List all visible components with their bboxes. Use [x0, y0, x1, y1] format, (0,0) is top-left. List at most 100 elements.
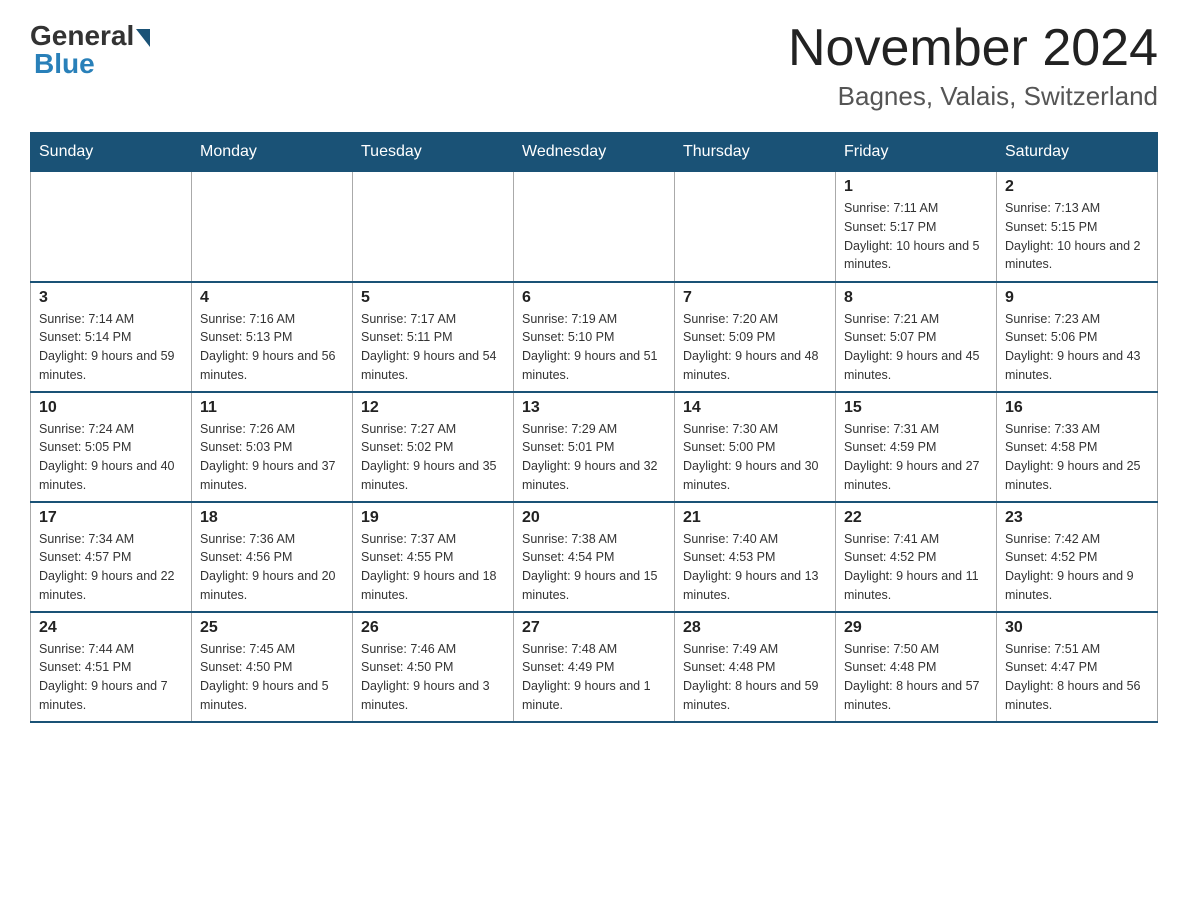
week-row-4: 17 Sunrise: 7:34 AM Sunset: 4:57 PM Dayli…: [31, 502, 1158, 612]
week-row-2: 3Sunrise: 7:14 AM Sunset: 5:14 PM Daylig…: [31, 282, 1158, 392]
month-title: November 2024: [788, 20, 1158, 77]
calendar-cell: 3Sunrise: 7:14 AM Sunset: 5:14 PM Daylig…: [31, 282, 192, 392]
calendar-cell: [192, 172, 353, 282]
calendar-cell: 4 Sunrise: 7:16 AM Sunset: 5:13 PM Daylig…: [192, 282, 353, 392]
day-number: 17: [39, 509, 183, 527]
calendar-cell: 30 Sunrise: 7:51 AM Sunset: 4:47 PM Dayli…: [997, 612, 1158, 722]
calendar-header-saturday: Saturday: [997, 133, 1158, 172]
day-info: Sunrise: 7:38 AM Sunset: 4:54 PM Dayligh…: [522, 530, 666, 605]
day-number: 1: [844, 178, 988, 196]
calendar-cell: 19 Sunrise: 7:37 AM Sunset: 4:55 PM Dayli…: [353, 502, 514, 612]
day-info: Sunrise: 7:19 AM Sunset: 5:10 PM Dayligh…: [522, 310, 666, 385]
day-number: 21: [683, 509, 827, 527]
calendar-header-sunday: Sunday: [31, 133, 192, 172]
calendar-cell: 16Sunrise: 7:33 AM Sunset: 4:58 PM Dayli…: [997, 392, 1158, 502]
calendar-cell: 17 Sunrise: 7:34 AM Sunset: 4:57 PM Dayli…: [31, 502, 192, 612]
calendar-cell: 14 Sunrise: 7:30 AM Sunset: 5:00 PM Dayli…: [675, 392, 836, 502]
day-info: Sunrise: 7:14 AM Sunset: 5:14 PM Dayligh…: [39, 310, 183, 385]
day-number: 2: [1005, 178, 1149, 196]
logo: General Blue: [30, 20, 150, 80]
calendar-cell: 9 Sunrise: 7:23 AM Sunset: 5:06 PM Daylig…: [997, 282, 1158, 392]
calendar-cell: 15 Sunrise: 7:31 AM Sunset: 4:59 PM Dayli…: [836, 392, 997, 502]
day-number: 15: [844, 399, 988, 417]
day-number: 22: [844, 509, 988, 527]
calendar-cell: [31, 172, 192, 282]
location-title: Bagnes, Valais, Switzerland: [788, 81, 1158, 112]
day-info: Sunrise: 7:44 AM Sunset: 4:51 PM Dayligh…: [39, 640, 183, 715]
day-info: Sunrise: 7:11 AM Sunset: 5:17 PM Dayligh…: [844, 199, 988, 274]
day-number: 24: [39, 619, 183, 637]
day-number: 28: [683, 619, 827, 637]
calendar-cell: 18Sunrise: 7:36 AM Sunset: 4:56 PM Dayli…: [192, 502, 353, 612]
day-info: Sunrise: 7:17 AM Sunset: 5:11 PM Dayligh…: [361, 310, 505, 385]
calendar-header-wednesday: Wednesday: [514, 133, 675, 172]
calendar-cell: [353, 172, 514, 282]
day-number: 18: [200, 509, 344, 527]
page-header: General Blue November 2024 Bagnes, Valai…: [30, 20, 1158, 112]
day-number: 26: [361, 619, 505, 637]
day-info: Sunrise: 7:46 AM Sunset: 4:50 PM Dayligh…: [361, 640, 505, 715]
day-info: Sunrise: 7:41 AM Sunset: 4:52 PM Dayligh…: [844, 530, 988, 605]
calendar-header-row: SundayMondayTuesdayWednesdayThursdayFrid…: [31, 133, 1158, 172]
day-number: 5: [361, 289, 505, 307]
day-number: 12: [361, 399, 505, 417]
calendar-cell: 25Sunrise: 7:45 AM Sunset: 4:50 PM Dayli…: [192, 612, 353, 722]
calendar-header-thursday: Thursday: [675, 133, 836, 172]
day-info: Sunrise: 7:27 AM Sunset: 5:02 PM Dayligh…: [361, 420, 505, 495]
day-number: 29: [844, 619, 988, 637]
week-row-5: 24 Sunrise: 7:44 AM Sunset: 4:51 PM Dayli…: [31, 612, 1158, 722]
day-number: 27: [522, 619, 666, 637]
calendar-cell: 8Sunrise: 7:21 AM Sunset: 5:07 PM Daylig…: [836, 282, 997, 392]
day-number: 13: [522, 399, 666, 417]
day-number: 16: [1005, 399, 1149, 417]
calendar-cell: 2 Sunrise: 7:13 AM Sunset: 5:15 PM Daylig…: [997, 172, 1158, 282]
calendar-header-friday: Friday: [836, 133, 997, 172]
calendar-cell: [675, 172, 836, 282]
day-info: Sunrise: 7:31 AM Sunset: 4:59 PM Dayligh…: [844, 420, 988, 495]
day-info: Sunrise: 7:48 AM Sunset: 4:49 PM Dayligh…: [522, 640, 666, 715]
day-number: 14: [683, 399, 827, 417]
day-number: 4: [200, 289, 344, 307]
week-row-3: 10 Sunrise: 7:24 AM Sunset: 5:05 PM Dayli…: [31, 392, 1158, 502]
calendar-cell: 23 Sunrise: 7:42 AM Sunset: 4:52 PM Dayli…: [997, 502, 1158, 612]
day-number: 9: [1005, 289, 1149, 307]
day-info: Sunrise: 7:21 AM Sunset: 5:07 PM Dayligh…: [844, 310, 988, 385]
calendar-header-tuesday: Tuesday: [353, 133, 514, 172]
day-info: Sunrise: 7:20 AM Sunset: 5:09 PM Dayligh…: [683, 310, 827, 385]
calendar-cell: 6 Sunrise: 7:19 AM Sunset: 5:10 PM Daylig…: [514, 282, 675, 392]
day-info: Sunrise: 7:24 AM Sunset: 5:05 PM Dayligh…: [39, 420, 183, 495]
day-info: Sunrise: 7:23 AM Sunset: 5:06 PM Dayligh…: [1005, 310, 1149, 385]
calendar-cell: 20 Sunrise: 7:38 AM Sunset: 4:54 PM Dayli…: [514, 502, 675, 612]
calendar-cell: 26 Sunrise: 7:46 AM Sunset: 4:50 PM Dayli…: [353, 612, 514, 722]
week-row-1: 1 Sunrise: 7:11 AM Sunset: 5:17 PM Daylig…: [31, 172, 1158, 282]
day-info: Sunrise: 7:40 AM Sunset: 4:53 PM Dayligh…: [683, 530, 827, 605]
day-info: Sunrise: 7:50 AM Sunset: 4:48 PM Dayligh…: [844, 640, 988, 715]
calendar-cell: 29 Sunrise: 7:50 AM Sunset: 4:48 PM Dayli…: [836, 612, 997, 722]
day-info: Sunrise: 7:37 AM Sunset: 4:55 PM Dayligh…: [361, 530, 505, 605]
calendar-cell: 13Sunrise: 7:29 AM Sunset: 5:01 PM Dayli…: [514, 392, 675, 502]
day-number: 6: [522, 289, 666, 307]
calendar-header-monday: Monday: [192, 133, 353, 172]
day-info: Sunrise: 7:42 AM Sunset: 4:52 PM Dayligh…: [1005, 530, 1149, 605]
calendar-cell: [514, 172, 675, 282]
calendar-table: SundayMondayTuesdayWednesdayThursdayFrid…: [30, 132, 1158, 723]
day-number: 23: [1005, 509, 1149, 527]
day-info: Sunrise: 7:16 AM Sunset: 5:13 PM Dayligh…: [200, 310, 344, 385]
day-number: 11: [200, 399, 344, 417]
day-number: 19: [361, 509, 505, 527]
day-number: 20: [522, 509, 666, 527]
day-info: Sunrise: 7:30 AM Sunset: 5:00 PM Dayligh…: [683, 420, 827, 495]
calendar-cell: 27 Sunrise: 7:48 AM Sunset: 4:49 PM Dayli…: [514, 612, 675, 722]
title-section: November 2024 Bagnes, Valais, Switzerlan…: [788, 20, 1158, 112]
day-number: 10: [39, 399, 183, 417]
calendar-cell: 11Sunrise: 7:26 AM Sunset: 5:03 PM Dayli…: [192, 392, 353, 502]
calendar-cell: 28 Sunrise: 7:49 AM Sunset: 4:48 PM Dayli…: [675, 612, 836, 722]
day-info: Sunrise: 7:13 AM Sunset: 5:15 PM Dayligh…: [1005, 199, 1149, 274]
day-info: Sunrise: 7:49 AM Sunset: 4:48 PM Dayligh…: [683, 640, 827, 715]
day-info: Sunrise: 7:34 AM Sunset: 4:57 PM Dayligh…: [39, 530, 183, 605]
day-info: Sunrise: 7:45 AM Sunset: 4:50 PM Dayligh…: [200, 640, 344, 715]
calendar-cell: 21 Sunrise: 7:40 AM Sunset: 4:53 PM Dayli…: [675, 502, 836, 612]
day-info: Sunrise: 7:51 AM Sunset: 4:47 PM Dayligh…: [1005, 640, 1149, 715]
calendar-cell: 5 Sunrise: 7:17 AM Sunset: 5:11 PM Daylig…: [353, 282, 514, 392]
day-number: 30: [1005, 619, 1149, 637]
